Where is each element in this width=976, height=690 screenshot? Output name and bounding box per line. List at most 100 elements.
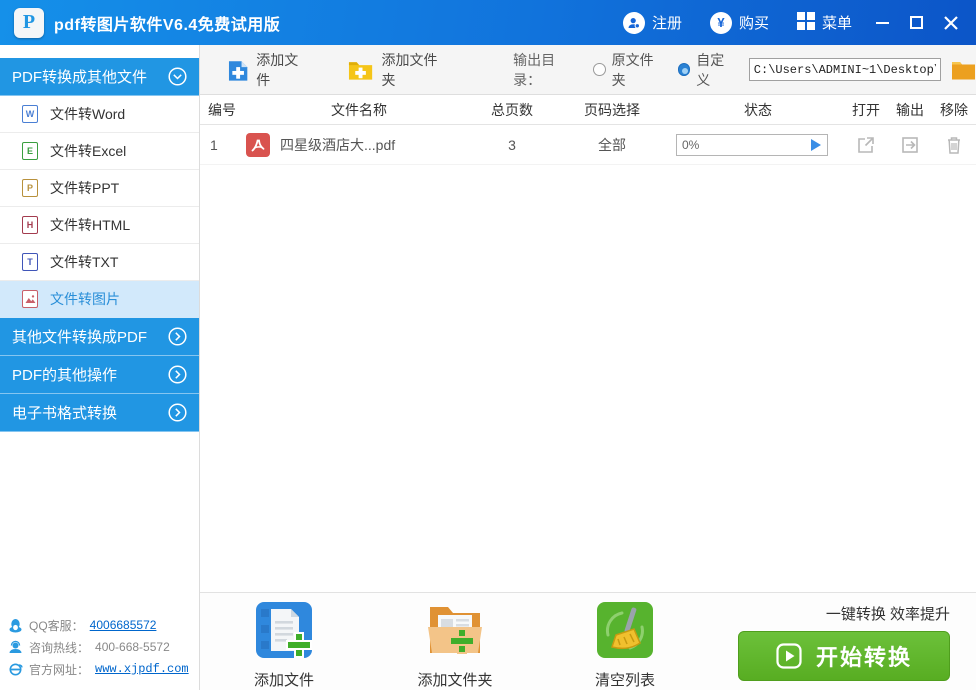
output-file-button[interactable] — [888, 136, 932, 154]
row-number: 1 — [210, 136, 218, 153]
page-range[interactable]: 全部 — [552, 135, 672, 155]
headset-icon — [9, 640, 22, 653]
clear-list-big-label: 清空列表 — [594, 672, 655, 689]
excel-file-icon: E — [22, 142, 38, 160]
open-external-icon — [858, 136, 874, 153]
export-arrow-icon — [902, 136, 918, 153]
group-label: 电子书格式转换 — [12, 405, 118, 422]
group-label: 其他文件转换成PDF — [12, 329, 148, 346]
txt-file-icon: T — [22, 253, 38, 271]
add-folder-icon — [349, 61, 373, 80]
start-convert-label: 开始转换 — [815, 645, 912, 670]
output-dir-label: 输出目录： — [513, 51, 556, 88]
add-file-button[interactable]: 添加文件 — [222, 46, 316, 94]
logo-letter: P — [22, 11, 36, 33]
browser-icon — [9, 663, 23, 675]
remove-file-button[interactable] — [932, 136, 976, 154]
add-folder-big-button[interactable]: 添加文件夹 — [405, 601, 505, 690]
pdf-file-icon — [246, 132, 270, 157]
minimize-icon — [876, 21, 889, 24]
yuan-icon: ¥ — [709, 11, 732, 34]
contact-label: 咨询热线： — [29, 640, 90, 655]
item-label: 文件转图片 — [50, 291, 120, 307]
sidebar-group-pdf-to-other[interactable]: PDF转换成其他文件 — [0, 58, 199, 96]
item-label: 文件转PPT — [50, 180, 120, 196]
radio-on-icon — [677, 63, 691, 76]
slogan-text: 一键转换 效率提升 — [825, 606, 950, 623]
chevron-down-circle-icon — [168, 67, 187, 86]
clear-list-big-button[interactable]: 清空列表 — [575, 601, 675, 690]
radio-off-icon — [593, 63, 606, 76]
buy-label: 购买 — [738, 15, 769, 32]
close-button[interactable] — [934, 0, 968, 45]
add-file-big-button[interactable]: 添加文件 — [234, 601, 334, 690]
sidebar-item-to-image[interactable]: 文件转图片 — [0, 281, 199, 318]
page-count: 3 — [508, 136, 516, 153]
add-folder-big-icon — [428, 607, 482, 654]
trash-icon — [948, 136, 960, 154]
table-row[interactable]: 1 四星级酒店大...pdf 3 全部 0% — [200, 125, 976, 165]
contact-label: QQ客服： — [29, 618, 84, 633]
window-title: pdf转图片软件V6.4免费试用版 — [54, 16, 281, 34]
user-icon — [622, 11, 645, 34]
sidebar-item-to-txt[interactable]: T 文件转TXT — [0, 244, 199, 281]
output-path-input[interactable] — [748, 58, 941, 81]
toolbar: 添加文件 添加文件夹 输出目录： 原文件夹 自定义 — [200, 45, 976, 95]
item-label: 文件转Excel — [50, 143, 127, 159]
qq-icon — [9, 618, 22, 632]
radio-original-folder[interactable]: 原文件夹 — [593, 50, 666, 90]
contact-label: 官方网址： — [29, 662, 90, 677]
register-button[interactable]: 注册 — [609, 0, 696, 45]
contact-qq-row: QQ客服： 4006685572 — [8, 614, 194, 636]
minimize-button[interactable] — [866, 0, 900, 45]
radio-original-label: 原文件夹 — [611, 51, 654, 88]
col-open: 打开 — [852, 101, 880, 118]
clear-list-big-icon — [597, 602, 653, 658]
word-file-icon: W — [22, 105, 38, 123]
titlebar: P pdf转图片软件V6.4免费试用版 注册 ¥ 购买 菜单 — [0, 0, 976, 45]
chevron-right-circle-icon — [168, 365, 187, 384]
add-folder-big-label: 添加文件夹 — [417, 672, 493, 689]
add-folder-button[interactable]: 添加文件夹 — [342, 46, 455, 94]
file-list-empty-area — [200, 165, 976, 592]
maximize-button[interactable] — [900, 0, 934, 45]
image-file-icon — [22, 290, 38, 308]
col-number: 编号 — [208, 101, 236, 118]
sidebar-item-to-html[interactable]: H 文件转HTML — [0, 207, 199, 244]
start-convert-button[interactable]: 开始转换 — [738, 631, 950, 681]
sidebar-group-other-to-pdf[interactable]: 其他文件转换成PDF — [0, 318, 199, 356]
html-file-icon: H — [22, 216, 38, 234]
main-panel: 添加文件 添加文件夹 输出目录： 原文件夹 自定义 C:\Users\ADMIN… — [200, 45, 976, 690]
qq-number-link[interactable]: 4006685572 — [90, 618, 157, 632]
add-file-big-icon — [256, 602, 312, 658]
add-file-icon — [228, 60, 248, 81]
contact-website-row: 官方网址： www.xjpdf.com — [8, 658, 194, 680]
radio-custom-folder[interactable]: 自定义 — [677, 50, 737, 90]
chevron-right-circle-icon — [168, 327, 187, 346]
play-icon — [776, 643, 802, 669]
open-file-button[interactable] — [844, 136, 888, 154]
sidebar-group-ebook-convert[interactable]: 电子书格式转换 — [0, 394, 199, 432]
add-file-label: 添加文件 — [256, 51, 299, 88]
col-output: 输出 — [896, 101, 924, 118]
sidebar-item-to-ppt[interactable]: P 文件转PPT — [0, 170, 199, 207]
sidebar-group-pdf-other-ops[interactable]: PDF的其他操作 — [0, 356, 199, 394]
sidebar-item-to-excel[interactable]: E 文件转Excel — [0, 133, 199, 170]
app-logo-icon: P — [14, 7, 44, 38]
website-link[interactable]: www.xjpdf.com — [95, 662, 189, 676]
add-file-big-label: 添加文件 — [253, 672, 314, 689]
radio-custom-label: 自定义 — [696, 51, 725, 88]
bottom-bar: 添加文件 添加文件夹 清空列表 一键转换 效率提升 开始转换 — [200, 592, 976, 690]
menu-button[interactable]: 菜单 — [783, 0, 866, 45]
progress-play-icon[interactable] — [809, 138, 823, 152]
sidebar-item-to-word[interactable]: W 文件转Word — [0, 96, 199, 133]
table-header: 编号 文件名称 总页数 页码选择 状态 打开 输出 移除 — [200, 95, 976, 125]
chevron-right-circle-icon — [168, 403, 187, 422]
item-label: 文件转Word — [50, 106, 126, 122]
file-name: 四星级酒店大...pdf — [280, 136, 396, 153]
col-remove: 移除 — [940, 101, 968, 118]
maximize-icon — [910, 15, 923, 29]
col-status: 状态 — [744, 101, 772, 118]
browse-folder-button[interactable] — [951, 60, 976, 80]
buy-button[interactable]: ¥ 购买 — [696, 0, 783, 45]
